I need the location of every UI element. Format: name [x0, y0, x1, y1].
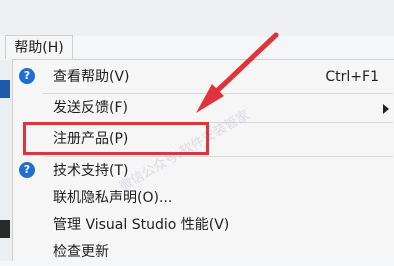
red-arrow-annotation	[196, 32, 279, 113]
